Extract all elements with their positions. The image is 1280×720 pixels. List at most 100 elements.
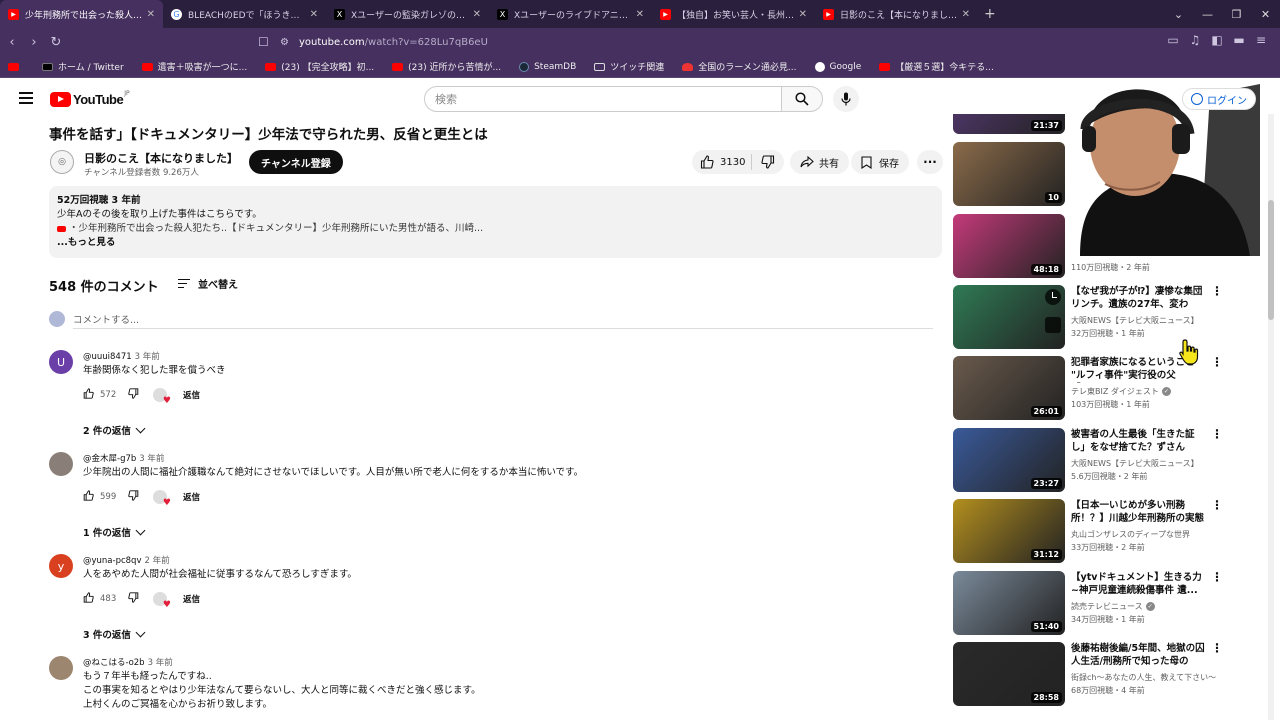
bookmark-item[interactable]: (23) 【完全攻略】初...	[265, 60, 374, 73]
close-tab-icon[interactable]: ✕	[799, 9, 807, 20]
video-thumbnail[interactable]: 21:37	[953, 114, 1065, 134]
thumbs-up-icon[interactable]	[83, 388, 94, 402]
close-tab-icon[interactable]: ✕	[310, 9, 318, 20]
recommended-video[interactable]: 51:40 【ytvドキュメント】生きる力 ~神戸児童連続殺傷事件 遺... 読売テ…	[953, 571, 1253, 637]
minimize-icon[interactable]: —	[1193, 8, 1222, 21]
bookmark-icon[interactable]: ☐	[258, 35, 269, 49]
bookmark-item[interactable]	[8, 62, 24, 71]
address-bar[interactable]: ⚙ youtube.com/watch?v=628Lu7qB6eU	[280, 32, 980, 52]
video-thumbnail[interactable]: 31:12	[953, 499, 1065, 563]
comment-avatar[interactable]	[49, 656, 73, 680]
video-thumbnail[interactable]: 48:18	[953, 214, 1065, 278]
channel-name[interactable]: 日影のこえ【本になりました】	[84, 150, 238, 166]
new-tab-icon[interactable]: +	[984, 6, 996, 22]
bookmark-item[interactable]: SteamDB	[519, 61, 576, 72]
more-options-icon[interactable]: ⋮	[1211, 428, 1223, 440]
maximize-icon[interactable]: ❐	[1222, 8, 1251, 21]
channel-avatar[interactable]: ◎	[50, 150, 74, 174]
page-scrollbar[interactable]	[1268, 114, 1274, 720]
browser-tab[interactable]: ▶ 日影のこえ【本になりました】- YouTube ✕	[815, 0, 978, 28]
recommended-video[interactable]: 28:58 後藤祐樹後編/5年間、地獄の囚人生活/刑務所で知った母の死... 街録c…	[953, 642, 1253, 708]
video-thumbnail[interactable]	[953, 285, 1065, 349]
bookmark-item[interactable]: 【厳選５選】今キテる...	[879, 60, 994, 73]
sort-button[interactable]: 並べ替え	[178, 276, 238, 291]
close-tab-icon[interactable]: ✕	[473, 9, 481, 20]
reply-button[interactable]: 返信	[183, 491, 200, 503]
comment-author[interactable]: @金木犀-g7b	[83, 454, 136, 464]
video-thumbnail[interactable]: 28:58	[953, 642, 1065, 706]
bookmark-item[interactable]: (23) 近所から苦情が...	[392, 60, 501, 73]
tab-search-icon[interactable]: ⌄	[1164, 8, 1193, 21]
bookmark-item[interactable]: 遺害＋吸害が一つに...	[141, 60, 247, 73]
menu-icon[interactable]: ≡	[1250, 33, 1272, 47]
more-options-icon[interactable]: ⋮	[1211, 499, 1223, 511]
more-options-icon[interactable]: ⋮	[1211, 356, 1223, 368]
reload-icon[interactable]: ↻	[46, 35, 66, 50]
close-window-icon[interactable]: ✕	[1251, 8, 1280, 21]
add-to-queue-icon[interactable]	[1045, 317, 1061, 333]
more-actions-icon[interactable]: ···	[917, 150, 943, 174]
comment-avatar[interactable]: U	[49, 350, 73, 374]
recommended-channel[interactable]: 大阪NEWS【テレビ大阪ニュース】	[1071, 458, 1199, 469]
video-thumbnail[interactable]: 26:01	[953, 356, 1065, 420]
hamburger-menu-icon[interactable]	[19, 92, 33, 104]
video-thumbnail[interactable]: 23:27	[953, 428, 1065, 492]
comment-time[interactable]: 2 年前	[144, 556, 169, 566]
comment-time[interactable]: 3 年前	[148, 658, 173, 668]
comment-author[interactable]: @yuna-pc8qv	[83, 556, 141, 566]
login-button[interactable]: ログイン	[1182, 88, 1256, 110]
show-replies-button[interactable]: 1 件の返信	[83, 525, 146, 539]
recommended-channel[interactable]: テレ東BIZ ダイジェスト ✓	[1071, 386, 1171, 397]
thumbs-down-icon[interactable]	[128, 388, 139, 402]
recommended-video[interactable]: 【なぜ我が子が⁉】凄惨な集団リンチ。遺族の27年、変わら... 大阪NEWS【テレ…	[953, 285, 1253, 351]
thumbs-down-icon[interactable]	[128, 592, 139, 606]
vpn-icon[interactable]: ▬	[1228, 33, 1250, 47]
description-link[interactable]: ・少年刑務所で出会った殺人犯たち..【ドキュメンタリー】少年刑務所にいた男性が語…	[57, 222, 934, 236]
media-icon[interactable]: ♫	[1184, 33, 1206, 47]
bookmark-item[interactable]: Google	[814, 61, 861, 72]
youtube-logo[interactable]: YouTube JP	[50, 90, 130, 107]
browser-tab[interactable]: ▶ 少年刑務所で出会った殺人犯…川崎 ✕	[0, 0, 163, 28]
save-button[interactable]: 保存	[851, 150, 909, 174]
comment-time[interactable]: 3 年前	[139, 454, 164, 464]
watch-later-icon[interactable]	[1045, 289, 1061, 305]
dislike-button[interactable]	[752, 155, 784, 169]
search-button[interactable]	[781, 86, 823, 112]
share-button[interactable]: 共有	[790, 150, 849, 174]
browser-tab[interactable]: X Xユーザーの監染ガレゾの悪報（兼業投 ✕	[326, 0, 489, 28]
video-description[interactable]: 52万回視聴 3 年前 少年Aのその後を取り上げた事件はこちらです。 ・少年刑務…	[49, 186, 942, 258]
subscribe-button[interactable]: チャンネル登録	[249, 150, 343, 174]
close-tab-icon[interactable]: ✕	[636, 9, 644, 20]
recommended-video[interactable]: 31:12 【日本一いじめが多い刑務所！？】川越少年刑務所の実態 丸山ゴンザレスのデ…	[953, 499, 1253, 565]
close-tab-icon[interactable]: ✕	[962, 9, 970, 20]
scrollbar-thumb[interactable]	[1268, 200, 1274, 320]
comment-avatar[interactable]: y	[49, 554, 73, 578]
browser-tab[interactable]: X Xユーザーのライブドアニュースさん:「[容疑 ✕	[489, 0, 652, 28]
thumbs-down-icon[interactable]	[128, 490, 139, 504]
show-replies-button[interactable]: 2 件の返信	[83, 423, 146, 437]
recommended-channel[interactable]: 丸山ゴンザレスのディープな世界	[1071, 529, 1190, 540]
close-tab-icon[interactable]: ✕	[147, 9, 155, 20]
forward-icon[interactable]: ›	[24, 35, 44, 50]
more-options-icon[interactable]: ⋮	[1211, 642, 1223, 654]
comment-author[interactable]: @ねこはる-o2b	[83, 658, 145, 668]
thumbs-up-icon[interactable]	[83, 592, 94, 606]
recommended-channel[interactable]: 読売テレビニュース ✓	[1071, 601, 1155, 612]
reply-button[interactable]: 返信	[183, 389, 200, 401]
bookmark-item[interactable]: ツイッチ関連	[594, 60, 664, 73]
thumbs-up-icon[interactable]	[83, 490, 94, 504]
show-more-link[interactable]: ...もっと見る	[57, 236, 934, 250]
comment-avatar[interactable]	[49, 452, 73, 476]
wallet-icon[interactable]: ▭	[1162, 33, 1184, 47]
show-replies-button[interactable]: 3 件の返信	[83, 627, 146, 641]
recommended-video[interactable]: 23:27 被害者の人生最後「生きた証し」をなぜ捨てた？ずさんな... 大阪NEWS…	[953, 428, 1253, 494]
video-thumbnail[interactable]: 51:40	[953, 571, 1065, 635]
search-input[interactable]: 検索	[424, 86, 782, 112]
voice-search-button[interactable]	[833, 86, 859, 112]
more-options-icon[interactable]: ⋮	[1211, 571, 1223, 583]
site-info-icon[interactable]: ⚙	[280, 37, 289, 48]
comment-time[interactable]: 3 年前	[135, 352, 160, 362]
recommended-video[interactable]: 26:01犯罪者家族になるということ "ルフィ事件"実行役の父【ザ...テレ東B…	[953, 356, 1253, 422]
recommended-channel[interactable]: 街録ch〜あなたの人生、教えて下さい〜	[1071, 672, 1216, 683]
back-icon[interactable]: ‹	[2, 35, 22, 50]
